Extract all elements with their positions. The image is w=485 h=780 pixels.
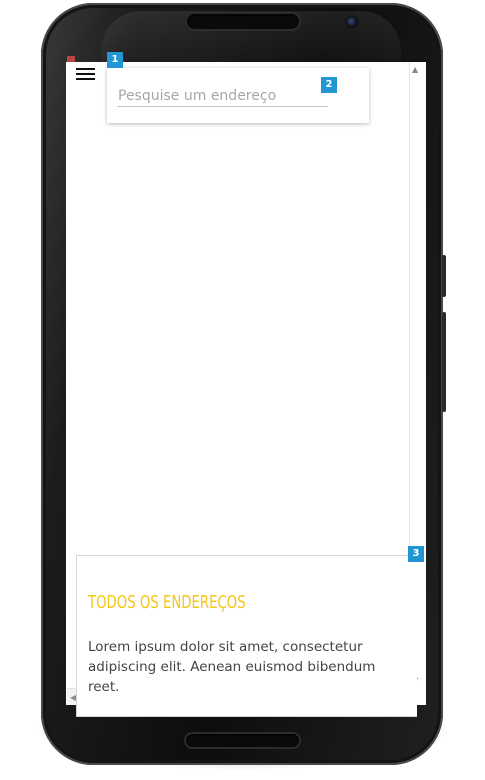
callout-badge-3: 3 [408, 546, 424, 562]
scroll-up-icon[interactable]: ▲ [412, 66, 418, 74]
volume-button [442, 312, 446, 412]
menu-bar [76, 78, 95, 80]
search-input[interactable] [117, 86, 328, 107]
status-marker [67, 56, 75, 62]
menu-bar [76, 68, 95, 70]
earpiece-speaker [187, 14, 299, 29]
panel-description: Lorem ipsum dolor sit amet, consectetur … [88, 639, 376, 695]
callout-badge-2: 2 [321, 77, 337, 93]
panel-title: Todos os endereços [88, 592, 246, 613]
power-button [442, 255, 446, 297]
front-camera-icon [347, 17, 357, 27]
hamburger-menu-icon[interactable] [76, 66, 96, 82]
menu-bar [76, 73, 95, 75]
callout-badge-1: 1 [107, 52, 123, 68]
bottom-speaker [186, 734, 299, 747]
